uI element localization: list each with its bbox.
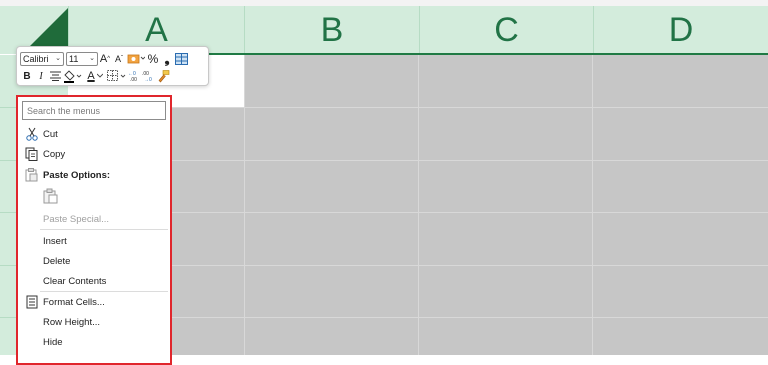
increase-font-size-button[interactable]: A ^ bbox=[98, 52, 112, 67]
grid-line bbox=[418, 55, 419, 355]
svg-text:→0: →0 bbox=[144, 77, 152, 82]
format-as-table-button[interactable] bbox=[174, 52, 188, 67]
grid-line bbox=[244, 55, 245, 355]
font-color-button[interactable]: A bbox=[84, 69, 106, 84]
italic-button[interactable]: I bbox=[34, 69, 48, 84]
column-header-b[interactable]: B bbox=[244, 6, 419, 54]
column-header-c[interactable]: C bbox=[419, 6, 593, 54]
format-cells-icon bbox=[26, 295, 38, 309]
increase-decimal-icon: ←0 .00 bbox=[128, 71, 137, 82]
align-center-button[interactable] bbox=[48, 69, 62, 84]
decrease-decimal-button[interactable]: .00 →0 bbox=[142, 69, 156, 84]
comma-style-button[interactable]: ❟ bbox=[160, 51, 174, 67]
menu-item-delete[interactable]: Delete bbox=[18, 251, 170, 271]
menu-separator bbox=[40, 229, 168, 230]
menu-item-label: Clear Contents bbox=[43, 275, 107, 287]
format-painter-button[interactable] bbox=[156, 69, 170, 84]
decrease-font-size-button[interactable]: Aˇ bbox=[112, 52, 126, 67]
chevron-down-icon: ⌄ bbox=[55, 55, 61, 62]
menu-item-label: Paste Options: bbox=[43, 169, 111, 181]
borders-button[interactable] bbox=[106, 69, 128, 84]
font-size-value: 11 bbox=[69, 54, 79, 64]
borders-icon bbox=[107, 70, 126, 81]
mini-toolbar-row-1: Calibri ⌄ 11 ⌄ A ^ Aˇ % ❟ bbox=[20, 51, 188, 67]
accounting-format-button[interactable] bbox=[126, 52, 146, 67]
column-header-d[interactable]: D bbox=[593, 6, 768, 54]
scissors-icon bbox=[26, 127, 38, 141]
menu-item-format-cells[interactable]: Format Cells... bbox=[18, 292, 170, 312]
menu-item-label: Row Height... bbox=[43, 316, 101, 328]
menu-item-label: Cut bbox=[43, 128, 58, 140]
font-color-label: A bbox=[87, 70, 95, 82]
grid-line bbox=[68, 317, 768, 318]
menu-item-label: Format Cells... bbox=[43, 296, 105, 308]
mini-toolbar-row-2: B I A ←0 .00 .00 →0 bbox=[20, 68, 170, 84]
menu-item-hide[interactable]: Hide bbox=[18, 332, 170, 352]
chevron-down-icon: ⌄ bbox=[89, 55, 95, 62]
context-menu: Search the menus Cut Copy Paste Options: bbox=[16, 95, 172, 365]
grid-line bbox=[68, 265, 768, 266]
menu-item-insert[interactable]: Insert bbox=[18, 231, 170, 251]
search-menus-input[interactable]: Search the menus bbox=[22, 101, 166, 120]
font-size-dropdown[interactable]: 11 ⌄ bbox=[66, 52, 98, 66]
mini-toolbar: Calibri ⌄ 11 ⌄ A ^ Aˇ % ❟ B I A ←0 .00 .… bbox=[16, 46, 209, 86]
menu-item-label: Delete bbox=[43, 255, 71, 267]
menu-item-label: Hide bbox=[43, 336, 63, 348]
paste-option-clipboard-icon[interactable] bbox=[43, 188, 59, 204]
menu-item-label: Paste Special... bbox=[43, 213, 110, 225]
selected-range[interactable] bbox=[244, 55, 768, 355]
menu-item-copy[interactable]: Copy bbox=[18, 144, 170, 164]
grid-line bbox=[68, 160, 768, 161]
table-format-icon bbox=[174, 53, 188, 65]
bold-button[interactable]: B bbox=[20, 69, 34, 84]
clipboard-icon bbox=[25, 168, 38, 182]
menu-item-cut[interactable]: Cut bbox=[18, 124, 170, 144]
fill-color-button[interactable] bbox=[62, 69, 84, 84]
grid-line bbox=[592, 55, 593, 355]
font-name-dropdown[interactable]: Calibri ⌄ bbox=[20, 52, 64, 66]
menu-item-paste-special[interactable]: Paste Special... bbox=[18, 209, 170, 229]
paint-bucket-icon bbox=[64, 69, 82, 83]
decrease-decimal-icon: .00 →0 bbox=[142, 71, 152, 82]
increase-decimal-button[interactable]: ←0 .00 bbox=[128, 69, 142, 84]
svg-text:.00: .00 bbox=[130, 77, 137, 82]
menu-item-label: Insert bbox=[43, 235, 67, 247]
font-name-value: Calibri bbox=[23, 54, 49, 64]
paintbrush-icon bbox=[158, 69, 169, 82]
grid-line bbox=[68, 107, 768, 108]
menu-item-label: Copy bbox=[43, 148, 66, 160]
menu-item-paste-options: Paste Options: bbox=[18, 165, 170, 185]
menu-item-clear-contents[interactable]: Clear Contents bbox=[18, 271, 170, 291]
grid-line bbox=[68, 212, 768, 213]
grow-font-label: A bbox=[99, 53, 108, 65]
align-center-icon bbox=[49, 71, 61, 81]
menu-item-row-height[interactable]: Row Height... bbox=[18, 312, 170, 332]
percent-style-button[interactable]: % bbox=[146, 52, 160, 67]
copy-icon bbox=[25, 147, 38, 161]
chevron-down-icon bbox=[96, 73, 103, 78]
money-icon bbox=[127, 54, 145, 64]
